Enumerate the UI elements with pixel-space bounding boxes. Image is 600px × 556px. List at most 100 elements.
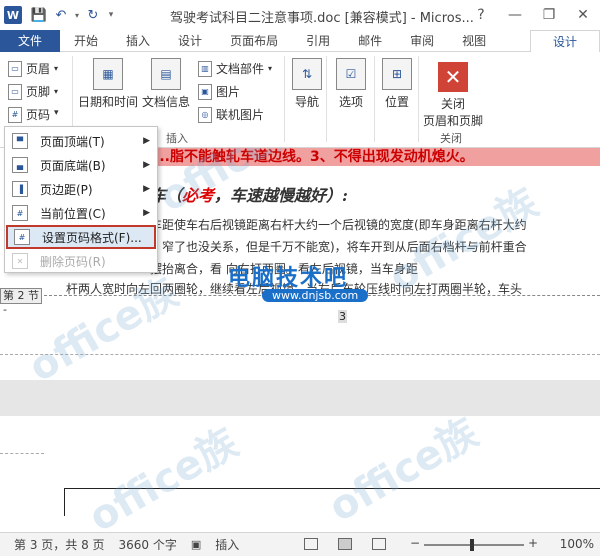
header-label: 页眉 bbox=[26, 62, 51, 76]
online-picture-icon: ◎ bbox=[198, 106, 212, 123]
page-count[interactable]: 第 3 页，共 8 页 bbox=[14, 536, 105, 553]
tab-insert[interactable]: 插入 bbox=[112, 30, 164, 52]
paragraph-line: 车距使车右后视镜距离右杆大约一个后视镜的宽度(即车身距离右杆大约 bbox=[150, 218, 527, 232]
chevron-down-icon: ▾ bbox=[268, 64, 273, 73]
menu-item-label: 当前位置(C) bbox=[40, 206, 106, 221]
zoom-slider[interactable] bbox=[424, 544, 524, 546]
tab-page-layout[interactable]: 页面布局 bbox=[216, 30, 292, 52]
pagenum-label: 页码 bbox=[26, 108, 51, 122]
group-divider bbox=[326, 56, 327, 142]
navigation-icon: ⇅ bbox=[292, 58, 322, 90]
group-divider bbox=[418, 56, 419, 142]
zoom-out-button[interactable]: − bbox=[410, 536, 420, 550]
web-layout-icon[interactable] bbox=[372, 538, 386, 550]
chevron-down-icon: ▾ bbox=[54, 64, 59, 73]
menu-item-top-of-page[interactable]: ▀ 页面顶端(T) ▶ bbox=[6, 129, 156, 153]
paragraph-line: 摆抬离合，看 向右打两圈。看左后视镜，当车身距 bbox=[150, 262, 418, 276]
close-header-footer-button[interactable]: ✕ 关闭 页眉和页脚 bbox=[420, 62, 486, 129]
document-parts-icon: ▥ bbox=[198, 60, 212, 77]
online-picture-button[interactable]: ◎ 联机图片 bbox=[198, 106, 264, 123]
footer-button[interactable]: ▭ 页脚 ▾ bbox=[8, 83, 58, 100]
current-position-icon: # bbox=[12, 205, 28, 221]
header-boundary bbox=[0, 453, 44, 454]
position-icon: ⊞ bbox=[382, 58, 412, 90]
pagenum-dropdown-arrow-icon[interactable]: ▾ bbox=[54, 108, 59, 118]
page-margin-icon: ▐ bbox=[12, 181, 28, 197]
close-label-line2: 页眉和页脚 bbox=[422, 114, 483, 128]
submenu-arrow-icon: ▶ bbox=[143, 184, 150, 194]
table-border-line bbox=[64, 488, 65, 516]
datetime-label: 日期和时间 bbox=[78, 95, 139, 109]
print-layout-icon[interactable] bbox=[338, 538, 352, 550]
menu-item-page-margins[interactable]: ▐ 页边距(P) ▶ bbox=[6, 177, 156, 201]
menu-item-format-page-numbers[interactable]: # 设置页码格式(F)... bbox=[6, 225, 156, 249]
position-button[interactable]: ⊞ 位置 bbox=[382, 58, 412, 110]
tab-home[interactable]: 开始 bbox=[60, 30, 112, 52]
header-icon: ▭ bbox=[8, 60, 22, 77]
page-top-icon: ▀ bbox=[12, 133, 28, 149]
heading-must-test: 必考 bbox=[182, 186, 215, 205]
title-bar: W 💾 ↶ ▾ ↻ ▾ 驾驶考试科目二注意事项.doc [兼容模式] - Mic… bbox=[0, 0, 600, 30]
proofing-icon[interactable]: ▣ bbox=[191, 538, 201, 551]
insert-mode[interactable]: 插入 bbox=[215, 536, 239, 553]
pagenum-button[interactable]: # 页码 bbox=[8, 106, 50, 123]
zoom-in-button[interactable]: + bbox=[528, 536, 538, 550]
paragraph-line: ，窄了也没关系，但是千万不能宽)，将车开到从后面右档杆与前杆重合 bbox=[150, 240, 527, 254]
tab-review[interactable]: 审阅 bbox=[396, 30, 448, 52]
tab-view[interactable]: 视图 bbox=[448, 30, 500, 52]
group-divider bbox=[284, 56, 285, 142]
tab-references[interactable]: 引用 bbox=[292, 30, 344, 52]
tab-file[interactable]: 文件 bbox=[0, 30, 61, 52]
chevron-down-icon: ▾ bbox=[54, 87, 59, 96]
submenu-arrow-icon: ▶ bbox=[143, 208, 150, 218]
close-icon: ✕ bbox=[438, 62, 468, 92]
section-heading: 车（必考，车速越慢越好）: bbox=[150, 182, 348, 206]
ribbon-tabs: 文件 开始 插入 设计 页面布局 引用 邮件 审阅 视图 设计 bbox=[0, 30, 600, 53]
menu-item-bottom-of-page[interactable]: ▄ 页面底端(B) ▶ bbox=[6, 153, 156, 177]
minimize-button[interactable]: — bbox=[498, 0, 532, 30]
tab-mailings[interactable]: 邮件 bbox=[344, 30, 396, 52]
page-number-field[interactable]: 3 bbox=[338, 310, 347, 323]
docinfo-button[interactable]: ▤ 文档信息 bbox=[142, 58, 190, 110]
word-count[interactable]: 3660 个字 bbox=[119, 536, 177, 553]
zoom-slider-thumb[interactable] bbox=[470, 539, 474, 551]
docparts-button[interactable]: ▥ 文档部件 ▾ bbox=[198, 60, 272, 77]
navigation-label: 导航 bbox=[294, 95, 319, 109]
datetime-button[interactable]: ▦ 日期和时间 bbox=[78, 58, 138, 110]
picture-button[interactable]: ▣ 图片 bbox=[198, 83, 240, 100]
online-picture-label: 联机图片 bbox=[216, 108, 265, 122]
menu-item-label: 页面顶端(T) bbox=[40, 134, 105, 149]
close-button[interactable]: ✕ bbox=[566, 0, 600, 30]
zoom-level[interactable]: 100% bbox=[560, 537, 594, 551]
submenu-arrow-icon: ▶ bbox=[143, 136, 150, 146]
read-mode-icon[interactable] bbox=[304, 538, 318, 550]
position-label: 位置 bbox=[384, 95, 409, 109]
redo-icon[interactable]: ↻ bbox=[82, 4, 104, 26]
menu-item-label: 页边距(P) bbox=[40, 182, 93, 197]
status-bar: 第 3 页，共 8 页 3660 个字 ▣ 插入 − + 100% bbox=[0, 532, 600, 556]
tab-design[interactable]: 设计 bbox=[164, 30, 216, 52]
docparts-label: 文档部件 bbox=[216, 62, 265, 76]
format-page-numbers-icon: # bbox=[14, 229, 30, 245]
heading-post: ，车速越慢越好）: bbox=[214, 186, 348, 205]
save-icon[interactable]: 💾 bbox=[28, 4, 50, 26]
menu-item-label: 页面底端(B) bbox=[40, 158, 106, 173]
header-button[interactable]: ▭ 页眉 ▾ bbox=[8, 60, 58, 77]
restore-button[interactable]: ❐ bbox=[532, 0, 566, 30]
undo-dropdown-icon[interactable]: ▾ bbox=[72, 4, 82, 26]
window-controls: ? — ❐ ✕ bbox=[464, 0, 600, 30]
navigation-button[interactable]: ⇅ 导航 bbox=[292, 58, 322, 110]
footer-label: 页脚 bbox=[26, 85, 51, 99]
undo-icon[interactable]: ↶ bbox=[50, 4, 72, 26]
watermark-main: 电脑技术吧 bbox=[228, 266, 349, 291]
help-button[interactable]: ? bbox=[464, 0, 498, 30]
window-title: 驾驶考试科目二注意事项.doc [兼容模式] - Micros... bbox=[170, 11, 474, 26]
remove-page-numbers-icon: ✕ bbox=[12, 253, 28, 269]
watermark-url: www.dnjsb.com bbox=[262, 289, 369, 302]
footer-icon: ▭ bbox=[8, 83, 22, 100]
tab-header-footer-design[interactable]: 设计 bbox=[529, 30, 600, 53]
menu-item-current-position[interactable]: # 当前位置(C) ▶ bbox=[6, 201, 156, 225]
customize-qat-icon[interactable]: ▾ bbox=[104, 4, 118, 26]
options-button[interactable]: ☑ 选项 bbox=[336, 58, 366, 110]
menu-item-label: 设置页码格式(F)... bbox=[42, 230, 142, 245]
